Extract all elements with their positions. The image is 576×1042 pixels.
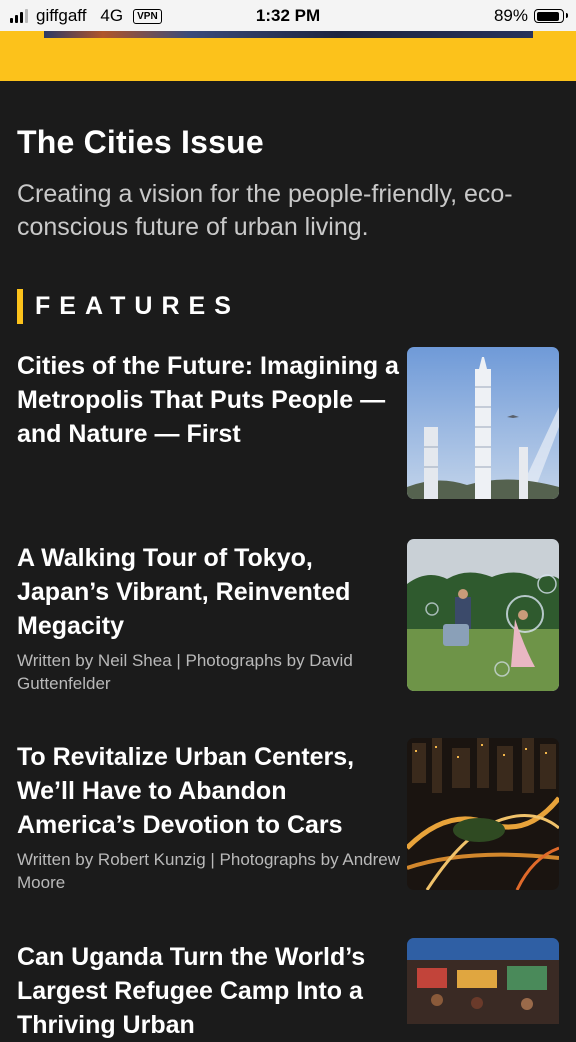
feature-title[interactable]: Can Uganda Turn the World’s Largest Refu… (17, 940, 401, 1042)
battery-fill (536, 11, 559, 21)
hero-image[interactable] (44, 31, 533, 38)
futuristic-towers-image (407, 347, 559, 499)
refugee-camp-market-image (407, 938, 559, 1024)
highway-interchange-night-image (407, 738, 559, 890)
feature-thumbnail[interactable] (407, 347, 559, 499)
hero-banner[interactable] (0, 31, 576, 81)
feature-item[interactable]: Cities of the Future: Imagining a Metrop… (17, 347, 559, 499)
issue-description: Creating a vision for the people-friendl… (17, 180, 513, 241)
status-right: 89% (493, 6, 568, 26)
feature-thumbnail[interactable] (407, 539, 559, 691)
status-time: 1:32 PM (255, 6, 321, 25)
feature-title[interactable]: A Walking Tour of Tokyo, Japan’s Vibrant… (17, 541, 401, 643)
battery-percent: 89% (493, 6, 528, 25)
battery-icon (534, 9, 568, 23)
feature-item[interactable]: To Revitalize Urban Centers, We’ll Have … (17, 738, 559, 894)
section-title: FEATURES (35, 292, 240, 320)
feature-thumbnail[interactable] (407, 938, 559, 1024)
feature-item[interactable]: Can Uganda Turn the World’s Largest Refu… (17, 938, 559, 1042)
feature-item[interactable]: A Walking Tour of Tokyo, Japan’s Vibrant… (17, 539, 559, 695)
section-header: FEATURES (17, 289, 240, 324)
feature-title[interactable]: To Revitalize Urban Centers, We’ll Have … (17, 740, 401, 842)
park-bubbles-image (407, 539, 559, 691)
feature-thumbnail[interactable] (407, 738, 559, 890)
section-accent-bar (17, 289, 23, 324)
feature-title[interactable]: Cities of the Future: Imagining a Metrop… (17, 349, 401, 451)
feature-byline: Written by Robert Kunzig | Photographs b… (17, 850, 401, 892)
issue-title: The Cities Issue (17, 124, 264, 160)
feature-byline: Written by Neil Shea | Photographs by Da… (17, 651, 353, 693)
status-bar: giffgaff 4G VPN 1:32 PM 89% (0, 0, 576, 31)
